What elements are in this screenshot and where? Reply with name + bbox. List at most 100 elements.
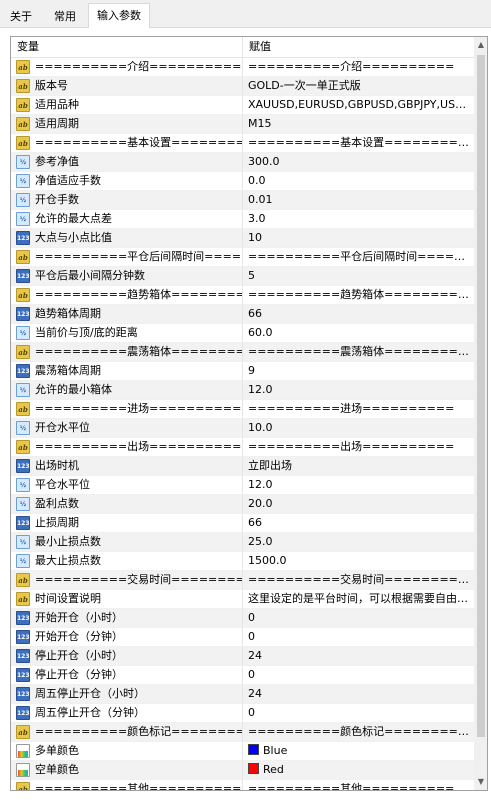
- parameter-value: ==========震荡箱体==========: [248, 345, 474, 358]
- parameter-value-cell[interactable]: 这里设定的是平台时间，可以根据需要自由调...: [243, 590, 474, 608]
- parameter-value-cell[interactable]: 0: [243, 704, 474, 722]
- parameter-row[interactable]: ½ 最小止损点数 25.0: [11, 533, 474, 552]
- parameter-row[interactable]: 123 开始开仓（分钟） 0: [11, 628, 474, 647]
- parameter-row[interactable]: ½ 净值适应手数 0.0: [11, 172, 474, 191]
- parameter-row[interactable]: ab ==========进场========== ==========进场====…: [11, 400, 474, 419]
- parameter-row[interactable]: ab ==========趋势箱体========== ==========趋势箱体…: [11, 286, 474, 305]
- parameter-value-cell[interactable]: 9: [243, 362, 474, 380]
- parameter-row[interactable]: ab ==========基本设置========== ==========基本设置…: [11, 134, 474, 153]
- parameter-value-cell[interactable]: 0.0: [243, 172, 474, 190]
- column-header-variable[interactable]: 变量: [11, 37, 39, 57]
- parameter-value-cell[interactable]: ==========震荡箱体==========: [243, 343, 474, 361]
- parameter-row[interactable]: ab 时间设置说明 这里设定的是平台时间，可以根据需要自由调...: [11, 590, 474, 609]
- parameter-row[interactable]: 123 出场时机 立即出场: [11, 457, 474, 476]
- parameter-value-cell[interactable]: Blue: [243, 742, 474, 760]
- vertical-scrollbar[interactable]: ▲ ▼: [474, 37, 487, 790]
- scroll-up-arrow-icon[interactable]: ▲: [474, 37, 487, 53]
- parameter-name: 版本号: [35, 79, 68, 92]
- parameter-value-cell[interactable]: ==========平仓后间隔时间==========: [243, 248, 474, 266]
- parameter-value-cell[interactable]: ==========颜色标记==========: [243, 723, 474, 741]
- parameter-value-cell[interactable]: 0: [243, 666, 474, 684]
- parameter-row[interactable]: ab 版本号 GOLD-一次一单正式版: [11, 77, 474, 96]
- parameter-value-cell[interactable]: 66: [243, 514, 474, 532]
- parameter-row[interactable]: 123 周五停止开仓（小时） 24: [11, 685, 474, 704]
- parameter-name: 开仓手数: [35, 193, 79, 206]
- parameter-value-cell[interactable]: 25.0: [243, 533, 474, 551]
- tab-input-parameters[interactable]: 输入参数: [88, 3, 150, 29]
- grid-header: 变量 赋值: [11, 37, 474, 58]
- parameter-row[interactable]: ab 适用周期 M15: [11, 115, 474, 134]
- parameter-value-cell[interactable]: ==========其他==========: [243, 780, 474, 790]
- string-type-icon: ab: [16, 592, 30, 606]
- parameter-row[interactable]: 123 大点与小点比值 10: [11, 229, 474, 248]
- column-header-value[interactable]: 赋值: [243, 37, 271, 57]
- parameter-row[interactable]: 多单颜色 Blue: [11, 742, 474, 761]
- parameter-row[interactable]: ab 适用品种 XAUUSD,EURUSD,GBPUSD,GBPJPY,USDJPY…: [11, 96, 474, 115]
- parameter-row[interactable]: ½ 当前价与顶/底的距离 60.0: [11, 324, 474, 343]
- parameter-row[interactable]: 123 平仓后最小间隔分钟数 5: [11, 267, 474, 286]
- parameter-value-cell[interactable]: 立即出场: [243, 457, 474, 475]
- tab-common[interactable]: 常用: [46, 6, 84, 28]
- parameter-row[interactable]: ½ 允许的最大点差 3.0: [11, 210, 474, 229]
- scrollbar-thumb[interactable]: [477, 55, 485, 737]
- parameter-row[interactable]: 123 止损周期 66: [11, 514, 474, 533]
- parameter-value-cell[interactable]: 12.0: [243, 476, 474, 494]
- parameter-value-cell[interactable]: 0: [243, 628, 474, 646]
- parameter-value-cell[interactable]: 300.0: [243, 153, 474, 171]
- parameter-row[interactable]: ab ==========其他========== ==========其他====…: [11, 780, 474, 790]
- parameter-row[interactable]: 123 停止开仓（分钟） 0: [11, 666, 474, 685]
- parameter-value-cell[interactable]: 3.0: [243, 210, 474, 228]
- parameter-row[interactable]: ab ==========震荡箱体========== ==========震荡箱体…: [11, 343, 474, 362]
- parameter-name-cell: 123 开始开仓（分钟）: [11, 628, 242, 646]
- parameter-row[interactable]: 空单颜色 Red: [11, 761, 474, 780]
- parameter-value-cell[interactable]: M15: [243, 115, 474, 133]
- parameter-value: ==========出场==========: [248, 440, 455, 453]
- parameter-row[interactable]: ½ 开仓水平位 10.0: [11, 419, 474, 438]
- parameter-value-cell[interactable]: 0: [243, 609, 474, 627]
- parameter-row[interactable]: 123 停止开仓（小时） 24: [11, 647, 474, 666]
- parameter-value-cell[interactable]: ==========介绍==========: [243, 58, 474, 76]
- tab-about[interactable]: 关于: [2, 6, 40, 28]
- parameter-value-cell[interactable]: 60.0: [243, 324, 474, 342]
- parameter-value-cell[interactable]: ==========基本设置==========: [243, 134, 474, 152]
- string-type-icon: ab: [16, 288, 30, 302]
- parameter-row[interactable]: 123 趋势箱体周期 66: [11, 305, 474, 324]
- parameter-value-cell[interactable]: ==========出场==========: [243, 438, 474, 456]
- parameter-value-cell[interactable]: XAUUSD,EURUSD,GBPUSD,GBPJPY,USDJPY,...: [243, 96, 474, 114]
- parameter-row[interactable]: ab ==========颜色标记========== ==========颜色标记…: [11, 723, 474, 742]
- parameter-row[interactable]: 123 周五停止开仓（分钟） 0: [11, 704, 474, 723]
- parameter-row[interactable]: ½ 开仓手数 0.01: [11, 191, 474, 210]
- parameter-name: ==========震荡箱体==========: [35, 345, 242, 358]
- parameter-value-cell[interactable]: 20.0: [243, 495, 474, 513]
- parameter-row[interactable]: ½ 允许的最小箱体 12.0: [11, 381, 474, 400]
- string-type-icon: ab: [16, 725, 30, 739]
- parameter-value-cell[interactable]: ==========进场==========: [243, 400, 474, 418]
- parameter-row[interactable]: ½ 平仓水平位 12.0: [11, 476, 474, 495]
- parameter-row[interactable]: 123 震荡箱体周期 9: [11, 362, 474, 381]
- parameter-value-cell[interactable]: 24: [243, 685, 474, 703]
- parameter-name: ==========介绍==========: [35, 60, 242, 73]
- parameter-row[interactable]: 123 开始开仓（小时） 0: [11, 609, 474, 628]
- parameter-value-cell[interactable]: ==========交易时间==========: [243, 571, 474, 589]
- parameter-name: 开始开仓（分钟）: [35, 630, 123, 643]
- parameter-row[interactable]: ½ 盈利点数 20.0: [11, 495, 474, 514]
- parameter-row[interactable]: ab ==========交易时间========== ==========交易时间…: [11, 571, 474, 590]
- parameter-value-cell[interactable]: 0.01: [243, 191, 474, 209]
- parameter-row[interactable]: ab ==========出场========== ==========出场====…: [11, 438, 474, 457]
- parameter-value-cell[interactable]: Red: [243, 761, 474, 779]
- parameter-value-cell[interactable]: 12.0: [243, 381, 474, 399]
- scroll-down-arrow-icon[interactable]: ▼: [474, 774, 487, 790]
- parameter-value-cell[interactable]: ==========趋势箱体==========: [243, 286, 474, 304]
- parameter-value-cell[interactable]: 66: [243, 305, 474, 323]
- parameter-value-cell[interactable]: 10: [243, 229, 474, 247]
- parameter-value-cell[interactable]: 1500.0: [243, 552, 474, 570]
- parameter-row[interactable]: ½ 参考净值 300.0: [11, 153, 474, 172]
- parameter-row[interactable]: ½ 最大止损点数 1500.0: [11, 552, 474, 571]
- parameter-name: 周五停止开仓（小时）: [35, 687, 145, 700]
- parameter-value-cell[interactable]: 5: [243, 267, 474, 285]
- parameter-value-cell[interactable]: 10.0: [243, 419, 474, 437]
- parameter-row[interactable]: ab ==========平仓后间隔时间=======... ==========平…: [11, 248, 474, 267]
- parameter-value-cell[interactable]: GOLD-一次一单正式版: [243, 77, 474, 95]
- parameter-row[interactable]: ab ==========介绍========== ==========介绍====…: [11, 58, 474, 77]
- parameter-value-cell[interactable]: 24: [243, 647, 474, 665]
